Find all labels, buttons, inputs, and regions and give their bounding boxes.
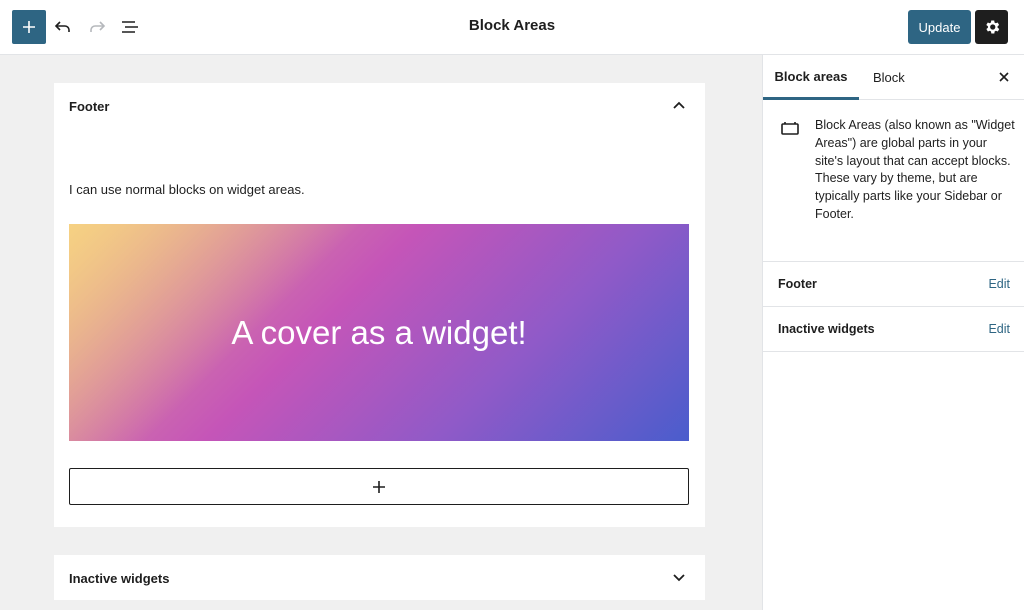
tab-block-areas[interactable]: Block areas	[763, 55, 859, 100]
page-title: Block Areas	[468, 17, 556, 34]
expand-inactive-button[interactable]	[671, 570, 687, 586]
sidebar-area-inactive: Inactive widgets Edit	[763, 307, 1024, 352]
inactive-area-title[interactable]: Inactive widgets	[69, 571, 169, 586]
plus-icon	[373, 480, 385, 493]
undo-button[interactable]	[50, 10, 76, 44]
plus-icon	[23, 21, 35, 33]
sidebar-tabs: Block areas Block	[763, 55, 1024, 100]
close-sidebar-button[interactable]	[997, 70, 1011, 84]
tab-block[interactable]: Block	[873, 55, 905, 100]
gear-icon	[985, 20, 999, 34]
footer-widget-area: Footer I can use normal blocks on widget…	[54, 83, 705, 527]
footer-area-title[interactable]: Footer	[69, 99, 109, 114]
cover-heading[interactable]: A cover as a widget!	[231, 314, 526, 352]
description-text: Block Areas (also known as "Widget Areas…	[815, 118, 1015, 221]
sidebar-area-footer: Footer Edit	[763, 262, 1024, 307]
inactive-widgets-area: Inactive widgets	[54, 555, 705, 600]
cover-block[interactable]: A cover as a widget!	[69, 224, 689, 441]
block-area-icon	[781, 122, 799, 135]
collapse-footer-button[interactable]	[671, 97, 687, 113]
edit-inactive-link[interactable]: Edit	[988, 322, 1010, 336]
edit-footer-link[interactable]: Edit	[988, 277, 1010, 291]
add-block-button[interactable]	[12, 10, 46, 44]
area-label: Footer	[778, 277, 817, 291]
area-label: Inactive widgets	[778, 322, 875, 336]
top-toolbar: Block Areas Update	[0, 0, 1024, 55]
settings-button[interactable]	[975, 10, 1008, 44]
undo-icon	[54, 21, 70, 32]
redo-icon	[90, 21, 106, 32]
redo-button[interactable]	[84, 10, 110, 44]
update-button[interactable]: Update	[908, 10, 971, 44]
settings-sidebar: Block areas Block Block Areas (also know…	[762, 55, 1024, 610]
chevron-up-icon	[673, 101, 685, 109]
list-view-icon	[122, 21, 138, 33]
block-areas-description: Block Areas (also known as "Widget Areas…	[763, 101, 1024, 262]
paragraph-block[interactable]: I can use normal blocks on widget areas.	[69, 182, 305, 197]
block-appender-button[interactable]	[69, 468, 689, 505]
editor-canvas: Footer I can use normal blocks on widget…	[0, 55, 762, 610]
list-view-button[interactable]	[117, 10, 143, 44]
close-icon	[999, 72, 1009, 82]
chevron-down-icon	[673, 574, 685, 582]
